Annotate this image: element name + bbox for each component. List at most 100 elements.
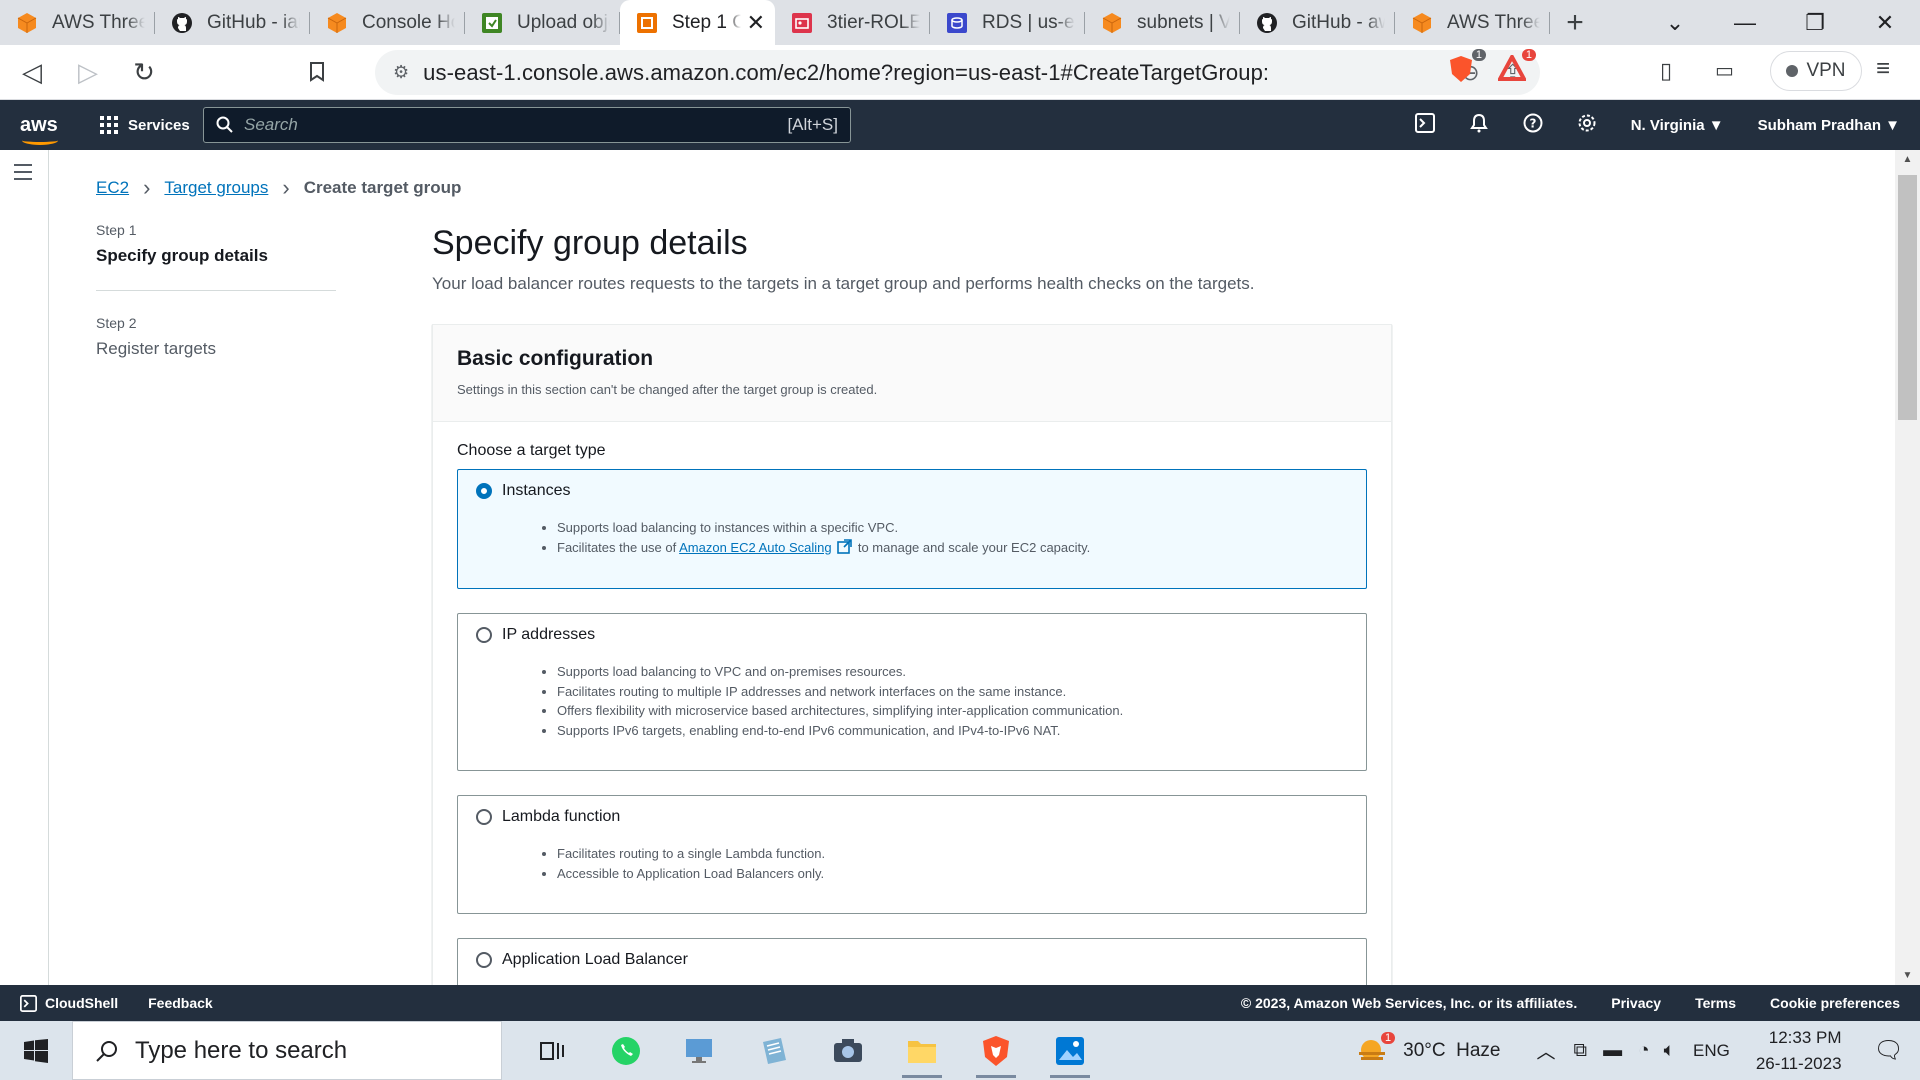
rds-icon (946, 12, 968, 34)
aws-nav-right: ? N. Virginia ▼ Subham Pradhan ▼ (1414, 100, 1900, 150)
forward-icon[interactable]: ▷ (64, 48, 112, 96)
browser-tab-strip: AWS Three Tier GitHub - ian Console Home Up… (0, 0, 1920, 45)
breadcrumb-ec2[interactable]: EC2 (96, 178, 129, 198)
site-settings-icon[interactable]: ⚙ (393, 62, 409, 83)
vpn-label: VPN (1806, 60, 1846, 81)
browser-tab[interactable]: 3tier-ROLE-IAM (775, 0, 930, 45)
option-label: Lambda function (502, 808, 621, 825)
vpn-button[interactable]: VPN (1770, 51, 1862, 91)
notifications-icon[interactable]: 🗨︎ (1874, 1036, 1904, 1065)
language-indicator[interactable]: ENG (1693, 1041, 1730, 1061)
radio-ip-addresses[interactable] (476, 627, 492, 643)
remote-desktop-icon[interactable] (680, 1021, 720, 1080)
scroll-up-arrow-icon[interactable]: ▲ (1895, 154, 1920, 165)
tab-title: GitHub - ian (207, 11, 300, 33)
browser-tab[interactable]: AWS Three Tier (0, 0, 155, 45)
terms-link[interactable]: Terms (1695, 995, 1736, 1011)
volume-icon[interactable]: 🔈︎ (1664, 1040, 1675, 1062)
weather-icon[interactable]: 1 (1357, 1031, 1396, 1066)
tab-search-icon[interactable]: ⌄ (1640, 0, 1710, 45)
radio-alb[interactable] (476, 952, 492, 968)
new-tab-button[interactable]: + (1550, 0, 1600, 45)
file-explorer-icon[interactable] (902, 1021, 942, 1080)
browser-tab[interactable]: RDS | us-east (930, 0, 1085, 45)
cloudshell-footer-button[interactable]: CloudShell (20, 994, 119, 1012)
hamburger-menu-icon[interactable] (14, 164, 32, 185)
step-divider (96, 290, 336, 291)
external-link-icon[interactable] (837, 538, 853, 554)
camera-icon[interactable] (828, 1021, 868, 1080)
notepad-icon[interactable] (754, 1021, 794, 1080)
photos-icon[interactable] (1050, 1021, 1090, 1080)
close-window-icon[interactable]: ✕ (1850, 0, 1920, 45)
browser-tab[interactable]: subnets | VPC (1085, 0, 1240, 45)
browser-tab[interactable]: Console Home (310, 0, 465, 45)
feedback-link[interactable]: Feedback (148, 995, 213, 1011)
region-selector[interactable]: N. Virginia ▼ (1631, 117, 1724, 134)
weather-text[interactable]: 30°C Haze (1403, 1040, 1500, 1062)
cloudshell-icon[interactable] (1414, 113, 1435, 137)
panel-title: Basic configuration (457, 347, 654, 370)
minimize-icon[interactable]: — (1710, 0, 1780, 45)
close-tab-icon[interactable]: ✕ (747, 10, 765, 36)
browser-tab[interactable]: GitHub - aws (1240, 0, 1395, 45)
cookie-preferences-link[interactable]: Cookie preferences (1770, 995, 1900, 1011)
target-type-option-alb[interactable]: Application Load Balancer (457, 938, 1367, 985)
tab-title: AWS Three Tier (1447, 11, 1540, 33)
scroll-down-arrow-icon[interactable]: ▼ (1895, 970, 1920, 981)
bullet-item: Facilitates routing to a single Lambda f… (557, 844, 1348, 864)
show-hidden-icons-icon[interactable]: ︿ (1537, 1037, 1556, 1064)
restore-icon[interactable]: ❐ (1780, 0, 1850, 45)
scrollbar-thumb[interactable] (1898, 175, 1917, 420)
back-icon[interactable]: ◁ (8, 48, 56, 96)
help-icon[interactable]: ? (1523, 113, 1543, 137)
bookmark-icon[interactable] (293, 48, 341, 96)
brave-rewards-icon[interactable]: 1 (1496, 49, 1536, 85)
aws-cube-icon (16, 12, 38, 34)
tab-title: Step 1 Create (672, 11, 741, 33)
radio-lambda[interactable] (476, 809, 492, 825)
panel-subtitle: Settings in this section can't be change… (457, 382, 878, 397)
browser-tab[interactable]: Step 1 Create ✕ (620, 0, 775, 45)
windows-start-icon[interactable] (0, 1021, 72, 1080)
vpn-status-icon (1786, 65, 1799, 77)
task-view-icon[interactable] (532, 1021, 572, 1080)
breadcrumb-current: Create target group (303, 178, 462, 197)
brave-browser-icon[interactable] (976, 1021, 1016, 1080)
target-type-option-lambda[interactable]: Lambda function Facilitates routing to a… (457, 795, 1367, 914)
page-scrollbar[interactable]: ▲ ▼ (1895, 150, 1920, 985)
cloudshell-label: CloudShell (45, 995, 119, 1011)
panel-body: Choose a target type Instances Supports … (433, 422, 1391, 985)
step-1-title: Specify group details (96, 246, 268, 265)
account-menu[interactable]: Subham Pradhan ▼ (1758, 117, 1900, 134)
auto-scaling-link[interactable]: Amazon EC2 Auto Scaling (679, 540, 831, 555)
breadcrumb-target-groups[interactable]: Target groups (164, 178, 268, 198)
option-label: Instances (502, 482, 571, 499)
services-menu-button[interactable]: Services (100, 116, 190, 134)
whatsapp-icon[interactable] (606, 1021, 646, 1080)
target-type-option-instances[interactable]: Instances Supports load balancing to ins… (457, 469, 1367, 589)
radio-instances[interactable] (476, 483, 492, 499)
bullet-item: Supports load balancing to VPC and on-pr… (557, 662, 1348, 682)
menu-icon[interactable]: ≡ (1876, 55, 1890, 83)
battery-icon[interactable]: ▬ (1603, 1040, 1622, 1062)
aws-search-input[interactable]: Search [Alt+S] (203, 107, 851, 143)
browser-tab[interactable]: Upload objects (465, 0, 620, 45)
browser-tab[interactable]: GitHub - ian (155, 0, 310, 45)
brave-shields-icon[interactable]: 1 (1448, 49, 1486, 85)
sidebar-toggle-icon[interactable]: ▯ (1660, 58, 1672, 84)
reload-icon[interactable]: ↻ (120, 48, 168, 96)
meet-now-icon[interactable]: ⧉ (1574, 1040, 1588, 1062)
settings-gear-icon[interactable] (1577, 113, 1597, 137)
address-bar[interactable]: ⚙ us-east-1.console.aws.amazon.com/ec2/h… (375, 50, 1540, 95)
aws-logo[interactable]: aws (20, 114, 70, 145)
target-type-option-ip-addresses[interactable]: IP addresses Supports load balancing to … (457, 613, 1367, 771)
notifications-bell-icon[interactable] (1469, 113, 1489, 137)
clock[interactable]: 12:33 PM 26-11-2023 (1756, 1025, 1842, 1077)
privacy-link[interactable]: Privacy (1611, 995, 1661, 1011)
wifi-icon[interactable]: ◔ (1638, 1040, 1649, 1062)
wallet-icon[interactable]: ▭ (1715, 58, 1734, 83)
browser-tab[interactable]: AWS Three Tier (1395, 0, 1550, 45)
page-description: Your load balancer routes requests to th… (432, 274, 1255, 293)
taskbar-search-input[interactable]: Type here to search (72, 1021, 502, 1080)
